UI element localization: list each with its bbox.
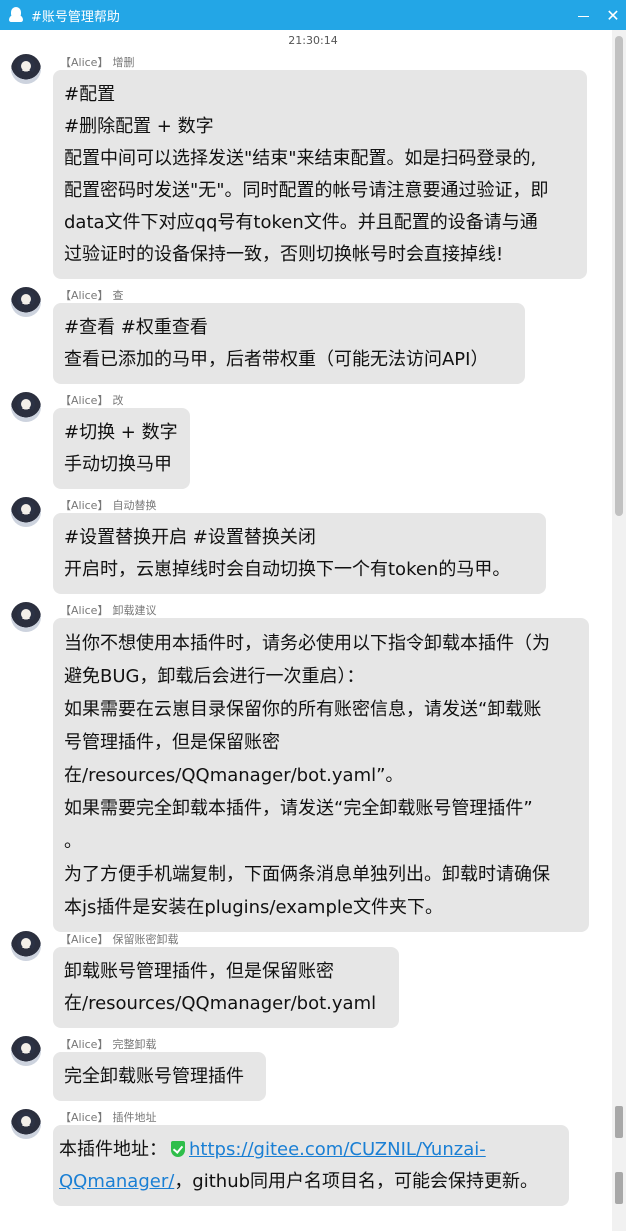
sender-label: 【Alice】 增删 [60, 56, 135, 69]
message-line: #设置替换开启 #设置替换关闭 [64, 527, 316, 548]
plugin-link[interactable]: https://gitee.com/CUZNIL/Yunzai- [189, 1139, 486, 1160]
message-bubble[interactable]: #配置 #删除配置 + 数字 配置中间可以选择发送"结束"来结束配置。如是扫码登… [53, 70, 587, 279]
message-line: 如果需要在云崽目录保留你的所有账密信息，请发送“卸载账 [64, 699, 542, 720]
message-text: 本插件地址： [59, 1139, 167, 1160]
avatar[interactable] [11, 1109, 41, 1139]
message-line: 在/resources/QQmanager/bot.yaml”。 [64, 765, 404, 786]
message-line: #配置 [64, 84, 116, 105]
avatar[interactable] [11, 602, 41, 632]
minimize-button[interactable] [568, 0, 598, 30]
message-line: 号管理插件，但是保留账密 [64, 732, 280, 753]
sender-label: 【Alice】改 [60, 394, 124, 407]
scrollbar-marker [615, 1106, 623, 1138]
sender-label: 【Alice】查 [60, 289, 124, 302]
message-bubble[interactable]: 本插件地址： https://gitee.com/CUZNIL/Yunzai- Q… [53, 1125, 569, 1206]
avatar[interactable] [11, 54, 41, 84]
message-line: 如果需要完全卸载本插件，请发送“完全卸载账号管理插件” [64, 798, 533, 819]
scrollbar-thumb[interactable] [615, 36, 623, 516]
message-line: 本插件地址： https://gitee.com/CUZNIL/Yunzai- [59, 1134, 557, 1166]
sender-label: 【Alice】 完整卸载 [60, 1038, 157, 1051]
message-line: 在/resources/QQmanager/bot.yaml [64, 993, 377, 1014]
avatar[interactable] [11, 1036, 41, 1066]
message-bubble[interactable]: #切换 + 数字 手动切换马甲 [53, 408, 190, 489]
window-title: #账号管理帮助 [31, 9, 120, 25]
avatar[interactable] [11, 392, 41, 422]
message-line: 配置中间可以选择发送"结束"来结束配置。如是扫码登录的, [64, 148, 537, 169]
shield-check-icon [171, 1141, 185, 1157]
message-bubble[interactable]: #设置替换开启 #设置替换关闭 开启时，云崽掉线时会自动切换下一个有token的… [53, 513, 546, 594]
message-line: 查看已添加的马甲，后者带权重（可能无法访问API） [64, 349, 489, 370]
message-bubble[interactable]: #查看 #权重查看 查看已添加的马甲，后者带权重（可能无法访问API） [53, 303, 525, 384]
sender-label: 【Alice】 自动替换 [60, 499, 157, 512]
title-bar: #账号管理帮助 ✕ [0, 0, 626, 30]
close-button[interactable]: ✕ [598, 0, 626, 30]
minimize-icon [577, 15, 589, 17]
message-line: 开启时，云崽掉线时会自动切换下一个有token的马甲。 [64, 559, 511, 580]
message-line: #切换 + 数字 [64, 422, 178, 443]
message-bubble[interactable]: 卸载账号管理插件，但是保留账密 在/resources/QQmanager/bo… [53, 947, 399, 1028]
message-line: #删除配置 + 数字 [64, 116, 214, 137]
message-line: 完全卸载账号管理插件 [64, 1066, 244, 1087]
avatar[interactable] [11, 931, 41, 961]
message-bubble[interactable]: 完全卸载账号管理插件 [53, 1052, 266, 1101]
message-line: #查看 #权重查看 [64, 317, 208, 338]
sender-label: 【Alice】 插件地址 [60, 1111, 157, 1124]
scrollbar-marker [615, 1172, 623, 1204]
sender-label: 【Alice】 保留账密卸载 [60, 933, 179, 946]
message-line: data文件下对应qq号有token文件。并且配置的设备请与通 [64, 212, 538, 233]
message-line: QQmanager/，github同用户名项目名，可能会保持更新。 [59, 1166, 557, 1198]
message-line: 手动切换马甲 [64, 454, 172, 475]
message-bubble[interactable]: 当你不想使用本插件时，请务必使用以下指令卸载本插件（为 避免BUG，卸载后会进行… [53, 618, 589, 932]
message-line: 配置密码时发送"无"。同时配置的帐号请注意要通过验证，即 [64, 180, 549, 201]
sender-label: 【Alice】 卸载建议 [60, 604, 157, 617]
message-line: 避免BUG，卸载后会进行一次重启）： [64, 666, 365, 687]
message-line: 为了方便手机端复制，下面俩条消息单独列出。卸载时请确保 [64, 864, 550, 885]
message-line: 。 [64, 831, 82, 852]
message-line: 本js插件是安装在plugins/example文件夹下。 [64, 897, 443, 918]
message-line: 过验证时的设备保持一致，否则切换帐号时会直接掉线! [64, 244, 504, 265]
message-text: ，github同用户名项目名，可能会保持更新。 [174, 1171, 539, 1192]
plugin-link[interactable]: QQmanager/ [59, 1171, 174, 1192]
avatar[interactable] [11, 287, 41, 317]
message-line: 当你不想使用本插件时，请务必使用以下指令卸载本插件（为 [64, 633, 550, 654]
message-timestamp: 21:30:14 [288, 34, 338, 47]
message-line: 卸载账号管理插件，但是保留账密 [64, 961, 334, 982]
avatar[interactable] [11, 497, 41, 527]
qq-penguin-icon [9, 7, 23, 23]
